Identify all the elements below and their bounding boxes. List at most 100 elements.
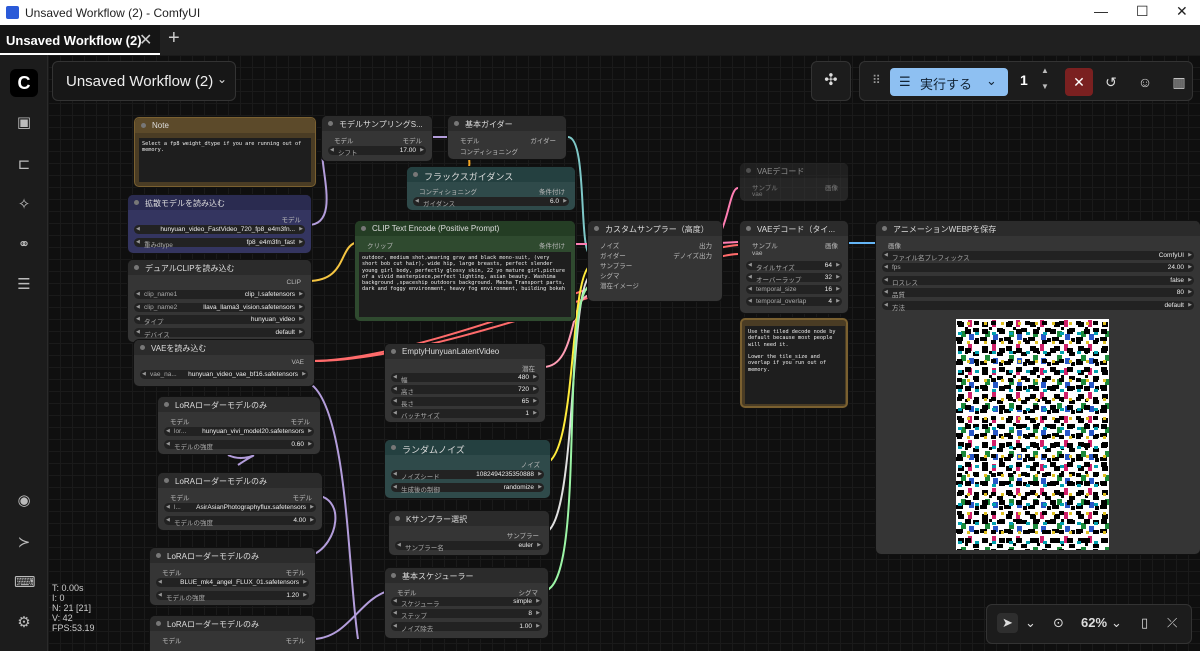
templates-icon[interactable]: ☰	[14, 275, 34, 295]
noise-seed-widget[interactable]: ノイズシード1082494235350888	[391, 470, 544, 481]
basic-scheduler-node[interactable]: 基本スケジューラー モデル シグマ スケジューラsimple ステップ8 ノイズ…	[385, 568, 548, 638]
guidance-widget[interactable]: ガイダンス6.0	[413, 197, 569, 208]
length-widget[interactable]: 長さ65	[391, 397, 539, 408]
lora-loader-node-4[interactable]: LoRAローダーモデルのみ モデル モデル	[150, 616, 315, 651]
random-noise-node[interactable]: ランダムノイズ ノイズ ノイズシード1082494235350888 生成後の制…	[385, 440, 550, 498]
output-label: デノイズ出力	[673, 253, 712, 260]
close-window-button[interactable]: ✕	[1176, 3, 1188, 20]
filename-prefix-widget[interactable]: ファイル名プレフィックスComfyUI	[882, 251, 1194, 262]
select-cursor-icon[interactable]: ➤	[997, 613, 1018, 633]
lora-loader-node-1[interactable]: LoRAローダーモデルのみ モデル モデル lor...hunyuan_vivi…	[158, 397, 320, 454]
clip-name1-widget[interactable]: clip_name1clip_l.safetensors	[134, 290, 305, 299]
model-strength-widget[interactable]: モデルの強度4.00	[164, 516, 316, 527]
basic-guider-node[interactable]: 基本ガイダー モデル コンディショニング ガイダー	[448, 116, 566, 159]
output-preview-image[interactable]	[956, 319, 1109, 550]
device-widget[interactable]: デバイスdefault	[134, 328, 305, 339]
flux-guidance-node[interactable]: フラックスガイダンス コンディショニング 条件付け ガイダンス6.0	[407, 167, 575, 210]
stat-time: T: 0.00s	[52, 583, 84, 593]
lora-name-widget[interactable]: l...AsirAsianPhotographyflux.safetensors	[164, 503, 316, 512]
keyboard-icon[interactable]: ⌨	[14, 573, 36, 593]
extensions-puzzle-icon[interactable]: ✣	[811, 61, 851, 101]
fit-view-icon[interactable]: ⊙	[1053, 615, 1064, 631]
zoom-level[interactable]: 62%	[1081, 615, 1107, 630]
add-tab-button[interactable]: +	[168, 27, 180, 50]
prompt-text[interactable]: outdoor, medium shot,wearing gray and bl…	[359, 252, 571, 317]
minimap-icon[interactable]: ▯	[1141, 615, 1148, 631]
chevron-down-icon[interactable]: ⌄	[986, 73, 997, 89]
workflow-title-dropdown[interactable]: Unsaved Workflow (2) ⌄	[52, 61, 236, 101]
tab-close-icon[interactable]: ✕	[139, 30, 152, 50]
model-sampling-node[interactable]: モデルサンプリングS... モデル モデル シフト17.00	[322, 116, 432, 161]
model-strength-widget[interactable]: モデルの強度1.20	[156, 591, 309, 602]
vae-decode-tiled-node[interactable]: VAEデコード（タイ... サンプル vae 画像 タイルサイズ64 オーバーラ…	[740, 221, 848, 313]
height-widget[interactable]: 高さ720	[391, 385, 539, 396]
method-widget[interactable]: 方法default	[882, 301, 1194, 312]
width-widget[interactable]: 幅480	[391, 373, 539, 384]
link-visibility-icon[interactable]: ⤫	[1167, 615, 1177, 631]
github-icon[interactable]: ◉	[14, 491, 34, 511]
steps-widget[interactable]: ステップ8	[391, 609, 542, 620]
load-diffusion-model-node[interactable]: 拡散モデルを読み込む モデル hunyuan_video_FastVideo_7…	[128, 195, 311, 253]
vae-decode-node[interactable]: VAEデコード サンプル vae 画像	[740, 163, 848, 201]
shift-widget[interactable]: シフト17.00	[328, 146, 426, 157]
chevron-down-icon[interactable]: ⌄	[1111, 615, 1122, 631]
decrement-icon[interactable]: ▼	[1041, 82, 1049, 91]
denoise-widget[interactable]: ノイズ除去1.00	[391, 622, 542, 633]
user-icon[interactable]: ☺	[1133, 70, 1157, 94]
model-library-icon[interactable]: ⊏	[14, 155, 34, 175]
batch-count-input[interactable]: 1	[1020, 72, 1028, 88]
cancel-button[interactable]: ✕	[1065, 68, 1093, 96]
vae-name-widget[interactable]: vae_na...hunyuan_video_vae_bf16.safetens…	[140, 370, 308, 379]
unet-name-widget[interactable]: hunyuan_video_FastVideo_720_fp8_e4m3fn..…	[134, 225, 305, 234]
tab-label: Unsaved Workflow (2)	[6, 33, 142, 48]
comfy-menu-logo-icon[interactable]: C	[10, 69, 38, 97]
tab-workflow[interactable]: Unsaved Workflow (2) ✕	[0, 25, 160, 55]
stat-fps: FPS:53.19	[52, 623, 95, 633]
model-strength-widget[interactable]: モデルの強度0.60	[164, 440, 314, 451]
sampler-name-widget[interactable]: サンプラー名euler	[395, 541, 543, 552]
increment-icon[interactable]: ▲	[1041, 66, 1049, 75]
custom-sampler-advanced-node[interactable]: カスタムサンプラー（高度） ノイズ ガイダー サンプラー シグマ 潜在イメージ …	[588, 221, 722, 301]
type-widget[interactable]: タイプhunyuan_video	[134, 315, 305, 326]
fps-widget[interactable]: fps24.00	[882, 263, 1194, 272]
tile-size-widget[interactable]: タイルサイズ64	[746, 261, 842, 272]
note-node-2[interactable]: Use the tiled decode node by default bec…	[740, 318, 848, 408]
history-icon[interactable]: ↺	[1099, 70, 1123, 94]
lora-loader-node-3[interactable]: LoRAローダーモデルのみ モデル モデル BLUE_mk4_angel_FLU…	[150, 548, 315, 605]
image-gallery-icon[interactable]: ▣	[14, 113, 34, 133]
input-label: 潜在イメージ	[600, 283, 639, 290]
temporal-size-widget[interactable]: temporal_size16	[746, 285, 842, 294]
settings-gear-icon[interactable]: ⚙	[14, 613, 34, 633]
quality-widget[interactable]: 品質80	[882, 288, 1194, 299]
node-library-icon[interactable]: ✧	[14, 195, 34, 215]
input-label: モデル	[460, 138, 480, 145]
temporal-overlap-widget[interactable]: temporal_overlap4	[746, 297, 842, 306]
chevron-down-icon[interactable]: ⌄	[1025, 615, 1036, 631]
scheduler-widget[interactable]: スケジューラsimple	[391, 597, 542, 608]
ksampler-select-node[interactable]: Kサンプラー選択 サンプラー サンプラー名euler	[389, 511, 549, 555]
note-text[interactable]: Select a fp8 weight_dtype if you are run…	[139, 138, 311, 182]
maximize-button[interactable]: ☐	[1136, 3, 1149, 20]
dual-clip-loader-node[interactable]: デュアルCLIPを読み込む CLIP clip_name1clip_l.safe…	[128, 260, 311, 342]
lora-name-widget[interactable]: BLUE_mk4_angel_FLUX_01.safetensors	[156, 578, 309, 587]
workflows-icon[interactable]: ⚭	[14, 235, 34, 255]
lora-name-widget[interactable]: lor...hunyuan_vivi_model20.safetensors	[164, 427, 314, 436]
run-button[interactable]: ☰ 実行する ⌄	[890, 68, 1008, 96]
terminal-icon[interactable]: ≻	[14, 533, 34, 553]
empty-hunyuan-latent-node[interactable]: EmptyHunyuanLatentVideo 潜在 幅480 高さ720 長さ…	[385, 344, 545, 422]
run-toolbar: ⠿ ☰ 実行する ⌄ 1 ▲ ▼ ✕ ↺ ☺ ▥	[859, 61, 1193, 101]
weight-dtype-widget[interactable]: 重みdtypefp8_e4m3fn_fast	[134, 238, 305, 249]
panel-toggle-icon[interactable]: ▥	[1167, 70, 1191, 94]
overlap-widget[interactable]: オーバーラップ32	[746, 273, 842, 284]
note-text[interactable]: Use the tiled decode node by default bec…	[745, 326, 845, 404]
drag-handle-icon[interactable]: ⠿	[872, 73, 881, 87]
note-node[interactable]: Note Select a fp8 weight_dtype if you ar…	[134, 117, 316, 187]
lossless-widget[interactable]: ロスレスfalse	[882, 276, 1194, 287]
vae-loader-node[interactable]: VAEを読み込む VAE vae_na...hunyuan_video_vae_…	[134, 340, 314, 386]
lora-loader-node-2[interactable]: LoRAローダーモデルのみ モデル モデル l...AsirAsianPhoto…	[158, 473, 322, 530]
minimize-button[interactable]: —	[1094, 3, 1108, 19]
clip-name2-widget[interactable]: clip_name2llava_llama3_vision.safetensor…	[134, 303, 305, 312]
batch-size-widget[interactable]: バッチサイズ1	[391, 409, 539, 420]
clip-text-encode-node[interactable]: CLIP Text Encode (Positive Prompt) クリップ …	[355, 221, 575, 321]
control-after-generate-widget[interactable]: 生成後の制御randomize	[391, 483, 544, 494]
